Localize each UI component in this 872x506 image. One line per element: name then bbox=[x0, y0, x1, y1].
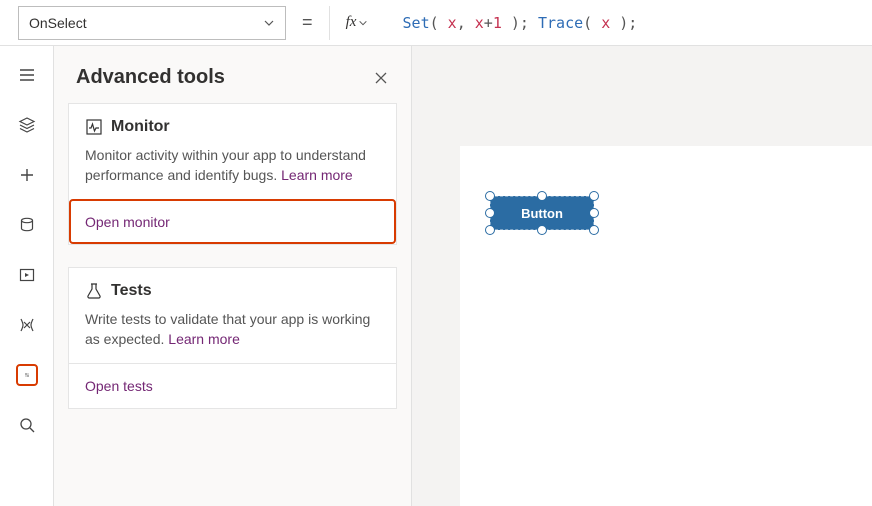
app-surface[interactable]: Button bbox=[460, 146, 872, 506]
resize-handle[interactable] bbox=[589, 208, 599, 218]
formula-token: x bbox=[448, 14, 457, 32]
tool-card: Tests Write tests to validate that your a… bbox=[68, 267, 397, 409]
card-title: Monitor bbox=[111, 118, 170, 136]
formula-token: ( bbox=[583, 14, 601, 32]
property-select-value: OnSelect bbox=[29, 15, 87, 31]
resize-handle[interactable] bbox=[537, 225, 547, 235]
formula-bar: OnSelect = fx Set( x, x+1 ); Trace( x ); bbox=[0, 0, 872, 46]
formula-token: Trace bbox=[538, 14, 583, 32]
formula-token: Set bbox=[403, 14, 430, 32]
formula-input[interactable]: Set( x, x+1 ); Trace( x ); bbox=[395, 14, 638, 32]
media-icon[interactable] bbox=[16, 264, 38, 286]
close-icon[interactable] bbox=[373, 70, 389, 86]
fx-button[interactable]: fx bbox=[329, 6, 385, 40]
formula-token: , bbox=[457, 14, 475, 32]
learn-more-link[interactable]: Learn more bbox=[168, 331, 240, 347]
pulse-icon bbox=[85, 118, 103, 136]
resize-handle[interactable] bbox=[485, 208, 495, 218]
learn-more-link[interactable]: Learn more bbox=[281, 167, 353, 183]
card-description: Monitor activity within your app to unde… bbox=[85, 146, 380, 185]
formula-token: ( bbox=[430, 14, 448, 32]
beaker-icon bbox=[85, 282, 103, 300]
resize-handle[interactable] bbox=[589, 191, 599, 201]
resize-handle[interactable] bbox=[537, 191, 547, 201]
search-icon[interactable] bbox=[16, 414, 38, 436]
advanced-tools-panel: Advanced tools Monitor Monitor activity w… bbox=[54, 46, 412, 506]
canvas[interactable]: Button bbox=[412, 46, 872, 506]
variables-icon[interactable] bbox=[16, 314, 38, 336]
equals-label: = bbox=[296, 12, 319, 33]
chevron-down-icon bbox=[263, 17, 275, 29]
plus-icon[interactable] bbox=[16, 164, 38, 186]
formula-token: 1 bbox=[493, 14, 502, 32]
resize-handle[interactable] bbox=[485, 225, 495, 235]
button-control[interactable]: Button bbox=[490, 196, 594, 230]
formula-token: ); bbox=[610, 14, 637, 32]
left-rail bbox=[0, 46, 54, 506]
card-action[interactable]: Open monitor bbox=[69, 199, 396, 244]
data-icon[interactable] bbox=[16, 214, 38, 236]
formula-token: + bbox=[484, 14, 493, 32]
chevron-down-icon bbox=[358, 18, 368, 28]
resize-handle[interactable] bbox=[589, 225, 599, 235]
card-action[interactable]: Open tests bbox=[69, 363, 396, 408]
layers-icon[interactable] bbox=[16, 114, 38, 136]
tools-icon[interactable] bbox=[16, 364, 38, 386]
button-label: Button bbox=[521, 206, 563, 221]
fx-label: fx bbox=[346, 14, 357, 31]
property-select[interactable]: OnSelect bbox=[18, 6, 286, 40]
formula-token: x bbox=[601, 14, 610, 32]
card-title: Tests bbox=[111, 282, 152, 300]
resize-handle[interactable] bbox=[485, 191, 495, 201]
hamburger-icon[interactable] bbox=[16, 64, 38, 86]
formula-token: ); bbox=[502, 14, 538, 32]
panel-title: Advanced tools bbox=[76, 66, 225, 89]
formula-token: x bbox=[475, 14, 484, 32]
tool-card: Monitor Monitor activity within your app … bbox=[68, 103, 397, 245]
card-description: Write tests to validate that your app is… bbox=[85, 310, 380, 349]
